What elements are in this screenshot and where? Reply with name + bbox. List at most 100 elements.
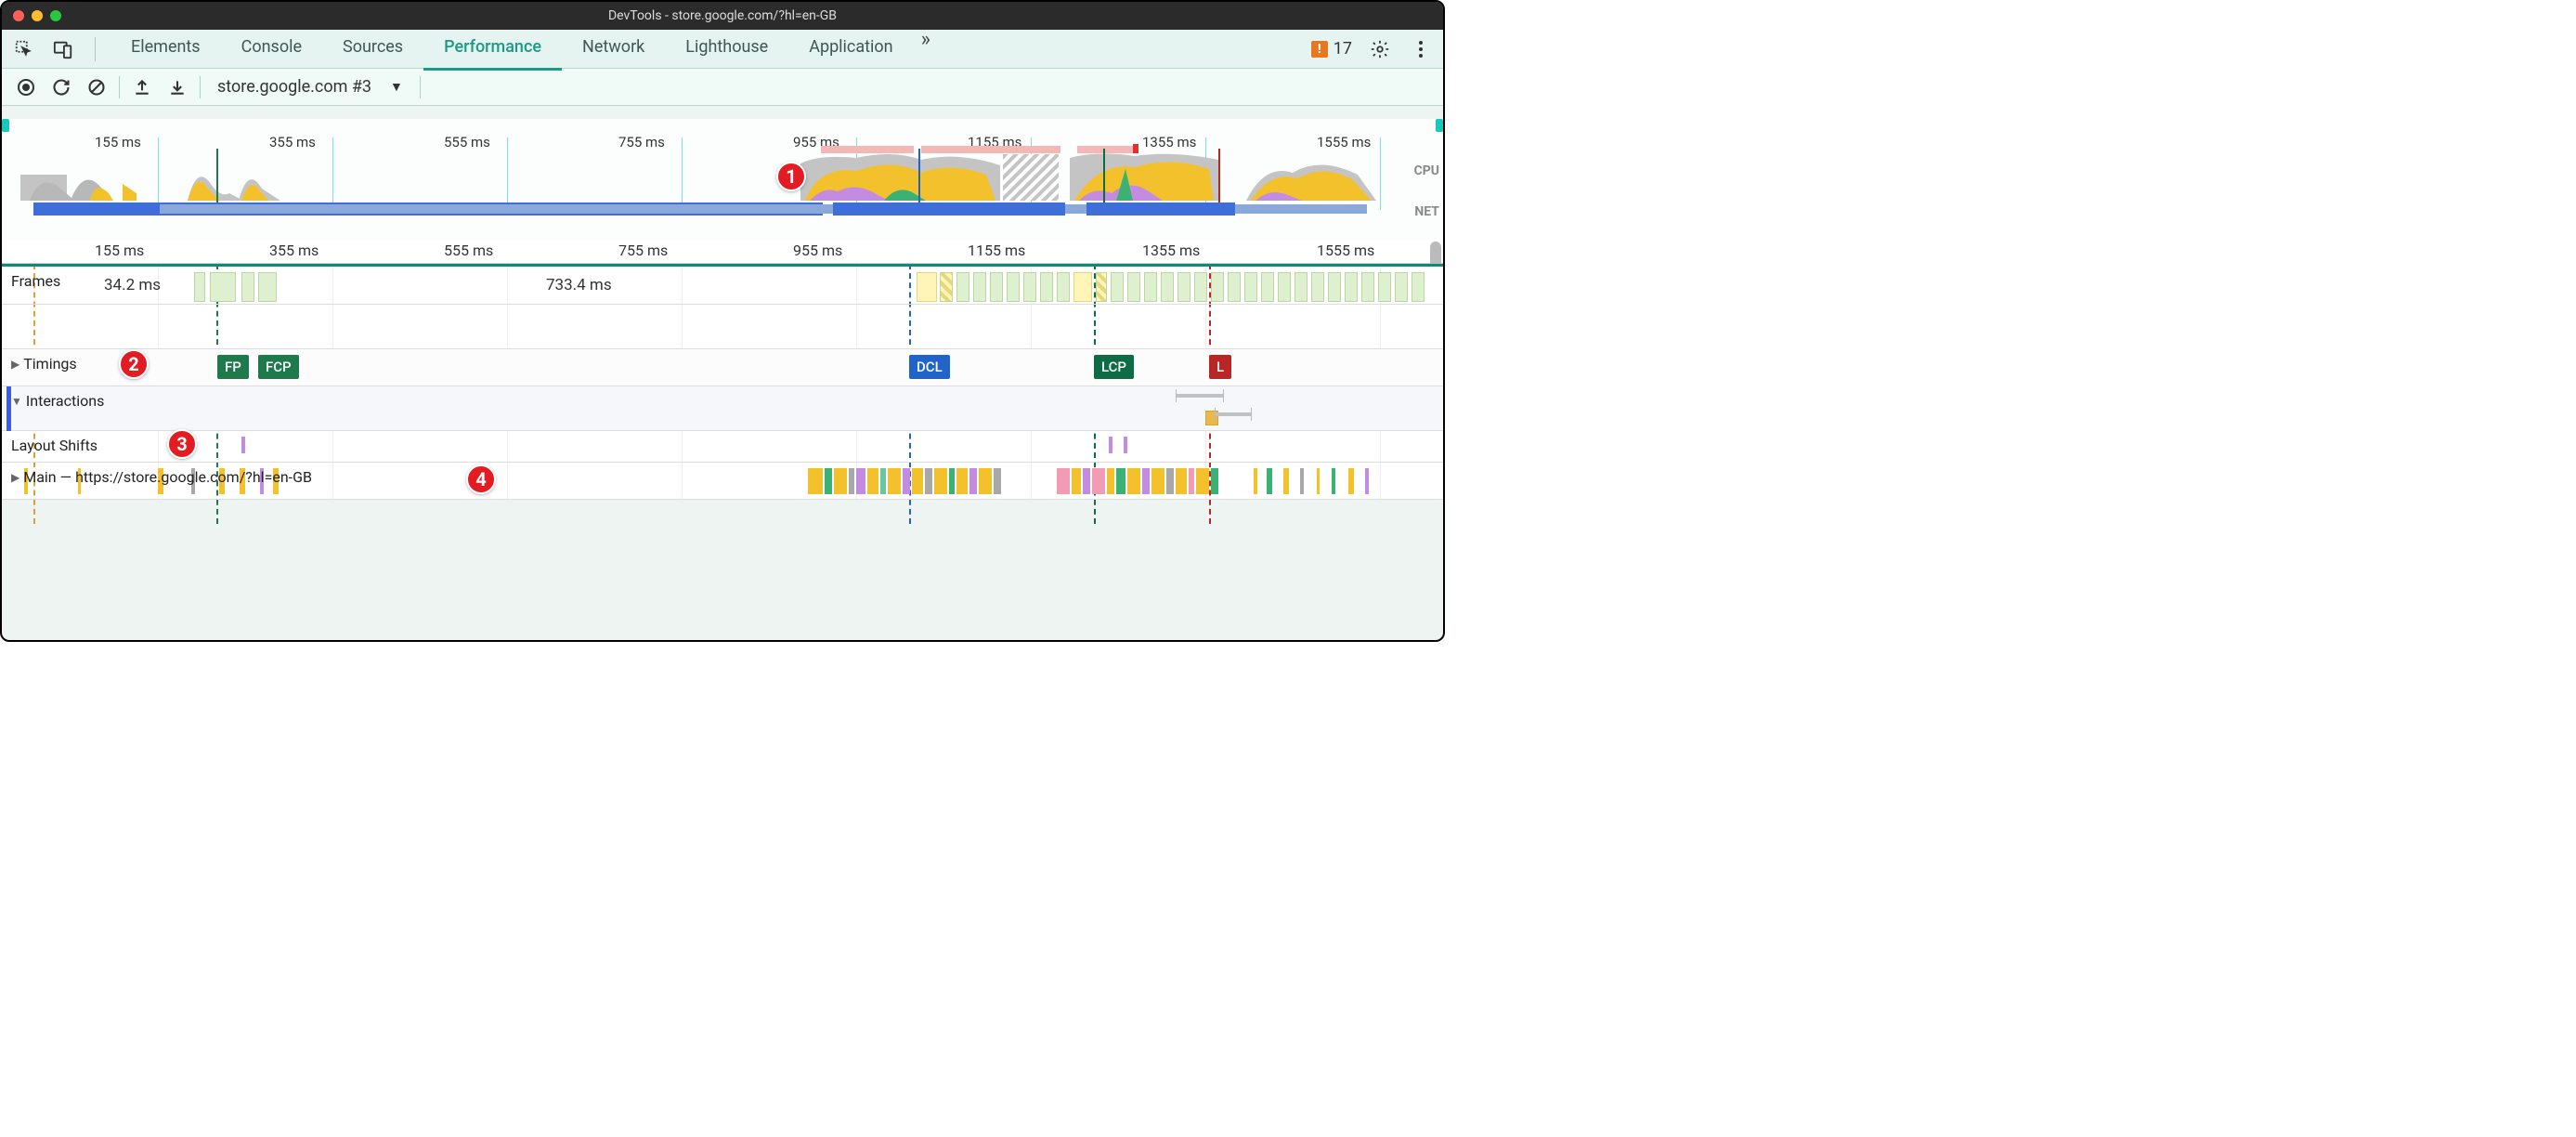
timeline-ruler[interactable]: 155 ms 355 ms 555 ms 755 ms 955 ms 1155 … bbox=[2, 240, 1443, 264]
recording-selector[interactable]: store.google.com #3 ▼ bbox=[210, 77, 410, 97]
minimize-window-button[interactable] bbox=[32, 10, 43, 21]
frame-chip[interactable] bbox=[1261, 272, 1274, 302]
clear-button[interactable] bbox=[84, 74, 110, 100]
frame-chip[interactable] bbox=[917, 272, 937, 302]
ruler-tick: 1355 ms bbox=[1142, 242, 1200, 259]
frame-chip[interactable] bbox=[1311, 272, 1324, 302]
timing-pill-fp[interactable]: FP bbox=[217, 355, 249, 379]
frame-chip[interactable] bbox=[1361, 272, 1374, 302]
tab-network[interactable]: Network bbox=[562, 28, 665, 71]
frame-chip[interactable] bbox=[210, 272, 236, 302]
layout-shift-event[interactable] bbox=[1109, 437, 1112, 453]
frame-chip[interactable] bbox=[1345, 272, 1358, 302]
timing-pill-lcp[interactable]: LCP bbox=[1094, 355, 1134, 379]
tab-lighthouse[interactable]: Lighthouse bbox=[665, 28, 788, 71]
frame-chip[interactable] bbox=[1244, 272, 1257, 302]
annotation-badge-4: 4 bbox=[466, 464, 496, 494]
annotation-badge-3: 3 bbox=[167, 429, 197, 459]
overview-left-handle[interactable] bbox=[2, 119, 9, 132]
recording-label: store.google.com #3 bbox=[217, 77, 371, 97]
frame-chip[interactable] bbox=[1194, 272, 1207, 302]
overview-right-handle[interactable] bbox=[1436, 119, 1443, 132]
frame-chip[interactable] bbox=[1378, 272, 1391, 302]
tab-application[interactable]: Application bbox=[788, 28, 913, 71]
tab-elements[interactable]: Elements bbox=[111, 28, 221, 71]
record-button[interactable] bbox=[13, 74, 39, 100]
cpu-activity-graph bbox=[2, 147, 1404, 201]
frame-chip[interactable] bbox=[1096, 272, 1107, 302]
reload-record-button[interactable] bbox=[48, 74, 74, 100]
layout-shift-event[interactable] bbox=[1124, 437, 1127, 453]
frame-chip[interactable] bbox=[1412, 272, 1425, 302]
download-profile-button[interactable] bbox=[164, 74, 190, 100]
annotation-badge-1: 1 bbox=[776, 162, 806, 191]
frame-chip[interactable] bbox=[956, 272, 969, 302]
frame-chip[interactable] bbox=[990, 272, 1003, 302]
upload-profile-button[interactable] bbox=[129, 74, 155, 100]
frames-track-label: Frames bbox=[11, 272, 60, 290]
ruler-tick: 1555 ms bbox=[1317, 242, 1374, 259]
frame-chip[interactable] bbox=[1073, 272, 1092, 302]
frame-chip[interactable] bbox=[194, 272, 205, 302]
timings-track-label: Timings bbox=[23, 355, 76, 372]
interactions-track[interactable]: ▼ Interactions bbox=[2, 386, 1443, 431]
network-activity-bar bbox=[1086, 203, 1235, 216]
timing-pill-dcl[interactable]: DCL bbox=[909, 355, 950, 379]
frame-chip[interactable] bbox=[241, 272, 254, 302]
timings-track-header[interactable]: ▶ Timings bbox=[11, 355, 77, 372]
chevron-right-icon: ▶ bbox=[11, 358, 20, 371]
device-toolbar-icon[interactable] bbox=[50, 36, 76, 62]
main-track-header[interactable]: ▶ Main — https://store.google.com/?hl=en… bbox=[11, 468, 312, 486]
issues-count: 17 bbox=[1334, 39, 1352, 59]
more-tabs-button[interactable]: » bbox=[921, 28, 930, 71]
interactions-track-label: Interactions bbox=[26, 392, 104, 410]
close-window-button[interactable] bbox=[13, 10, 24, 21]
frame-chip[interactable] bbox=[1127, 272, 1140, 302]
timing-pill-fcp[interactable]: FCP bbox=[258, 355, 299, 379]
kebab-menu-icon[interactable] bbox=[1408, 36, 1434, 62]
ruler-tick: 1155 ms bbox=[968, 242, 1025, 259]
frame-chip[interactable] bbox=[1023, 272, 1036, 302]
ruler-tick: 755 ms bbox=[618, 242, 668, 259]
frames-track[interactable]: Frames 34.2 ms 733.4 ms bbox=[2, 264, 1443, 305]
layout-shifts-track[interactable]: Layout Shifts 3 bbox=[2, 431, 1443, 463]
frame-chip[interactable] bbox=[1328, 272, 1341, 302]
ruler-tick: 155 ms bbox=[95, 242, 144, 259]
network-activity-bar bbox=[833, 203, 1065, 216]
frame-chip[interactable] bbox=[940, 272, 953, 302]
frame-chip[interactable] bbox=[1057, 272, 1070, 302]
inspect-element-icon[interactable] bbox=[11, 36, 37, 62]
frame-chip[interactable] bbox=[1177, 272, 1190, 302]
timings-track[interactable]: ▶ Timings 2 FP FCP DCL LCP L bbox=[2, 349, 1443, 386]
frame-chip[interactable] bbox=[1395, 272, 1408, 302]
frame-chip[interactable] bbox=[1211, 272, 1224, 302]
settings-icon[interactable] bbox=[1367, 36, 1393, 62]
frame-chip[interactable] bbox=[1295, 272, 1308, 302]
frame-chip[interactable] bbox=[258, 272, 277, 302]
main-thread-track[interactable]: ▶ Main — https://store.google.com/?hl=en… bbox=[2, 463, 1443, 500]
frame-chip[interactable] bbox=[1161, 272, 1174, 302]
tab-performance[interactable]: Performance bbox=[423, 28, 562, 71]
issues-badge[interactable]: ! 17 bbox=[1311, 39, 1352, 59]
ruler-tick: 355 ms bbox=[269, 242, 319, 259]
frame-chip[interactable] bbox=[1007, 272, 1020, 302]
interactions-track-header[interactable]: ▼ Interactions bbox=[11, 392, 104, 410]
flame-chart-area[interactable]: Frames 34.2 ms 733.4 ms bbox=[2, 264, 1443, 500]
tab-console[interactable]: Console bbox=[221, 28, 322, 71]
maximize-window-button[interactable] bbox=[50, 10, 61, 21]
layout-shift-event[interactable] bbox=[241, 437, 245, 453]
timing-pill-l[interactable]: L bbox=[1209, 355, 1231, 379]
frame-chip[interactable] bbox=[1144, 272, 1157, 302]
layout-shifts-track-label: Layout Shifts bbox=[11, 437, 98, 454]
frame-chip[interactable] bbox=[973, 272, 986, 302]
tab-sources[interactable]: Sources bbox=[322, 28, 423, 71]
spacer bbox=[2, 305, 1443, 349]
frame-chip[interactable] bbox=[1278, 272, 1291, 302]
frame-chip[interactable] bbox=[1040, 272, 1053, 302]
frame-chip[interactable] bbox=[1228, 272, 1241, 302]
frame-chip[interactable] bbox=[1111, 272, 1124, 302]
main-track-label: Main — https://store.google.com/?hl=en-G… bbox=[23, 468, 312, 486]
timeline-overview[interactable]: 155 ms 355 ms 555 ms 755 ms 955 ms 1155 … bbox=[2, 119, 1443, 240]
annotation-badge-2: 2 bbox=[119, 349, 149, 379]
issues-icon: ! bbox=[1311, 41, 1328, 58]
